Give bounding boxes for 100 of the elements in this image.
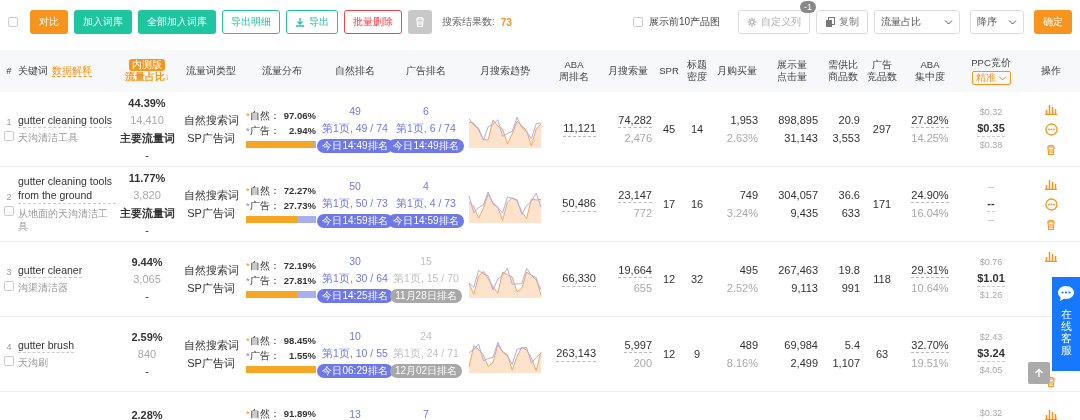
row-checkbox[interactable] <box>4 131 14 142</box>
keyword-link[interactable]: gutter cleaner <box>18 263 83 279</box>
keyword-link[interactable]: gutter cleaning tools from the ground <box>18 175 116 204</box>
purchase-rate: 2.52% <box>726 280 758 295</box>
row-number: 2 <box>6 191 12 204</box>
column-header[interactable]: 月购买量 <box>717 65 757 77</box>
trash-icon[interactable] <box>1045 376 1057 388</box>
natural-percent: 72.19% <box>283 260 316 273</box>
impressions: 267,463 <box>778 263 818 278</box>
traffic-word-type: 自然搜索词 <box>183 338 239 353</box>
bar-chart-icon[interactable] <box>1045 408 1057 420</box>
column-header[interactable]: 操作 <box>1041 65 1061 77</box>
aba-concentration-sub: 14.25% <box>911 131 949 146</box>
aba-rank: 50,486 <box>562 196 596 212</box>
result-count: 73 <box>500 16 512 28</box>
ad-rank: 7 <box>423 408 429 420</box>
column-header[interactable]: PPC竞价 <box>971 57 1011 69</box>
row-checkbox[interactable] <box>4 281 14 292</box>
result-count-label: 搜索结果数: <box>442 15 495 29</box>
demand-supply-ratio: 19.8 <box>838 263 860 278</box>
aba-concentration: 27.82% <box>911 112 949 128</box>
keyword-translation: 沟渠清洁器 <box>18 281 68 295</box>
keyword-link[interactable]: gutter brush <box>18 338 75 354</box>
customer-service-button[interactable]: 在线客服 <box>1052 277 1080 371</box>
column-header: 关键词 <box>18 65 48 77</box>
organic-rank: 50 <box>349 180 361 194</box>
column-header[interactable]: 流量分布 <box>262 65 302 77</box>
monthly-searches-sub: 772 <box>633 206 652 221</box>
column-header[interactable]: 流量词类型 <box>186 65 236 77</box>
monthly-searches-sub: 200 <box>633 356 652 371</box>
traffic-count: 3,065 <box>133 271 161 287</box>
column-header[interactable]: 广告 <box>872 59 892 71</box>
caret-icon <box>997 74 1007 81</box>
column-header[interactable]: 月搜索量 <box>608 65 648 77</box>
column-header[interactable]: 商品数 <box>828 71 858 83</box>
column-header[interactable]: 周排名 <box>559 71 589 83</box>
column-header[interactable]: 广告排名 <box>406 65 446 77</box>
bar-chart-icon[interactable] <box>1045 177 1057 190</box>
ad-competitors: 297 <box>872 121 892 137</box>
trash-icon[interactable] <box>1045 218 1057 231</box>
ppc-high: $4.05 <box>979 364 1003 377</box>
caret-icon <box>1008 19 1017 25</box>
purchase-rate: 2.63% <box>726 130 758 145</box>
trash-icon[interactable] <box>1045 143 1057 156</box>
column-header[interactable]: 月搜索趋势 <box>480 65 530 77</box>
traffic-note: - <box>145 222 149 238</box>
column-header[interactable]: ABA <box>564 59 584 71</box>
column-header[interactable]: 点击量 <box>777 71 807 83</box>
download-icon <box>295 17 305 27</box>
more-icon[interactable] <box>1044 122 1058 136</box>
more-icon[interactable] <box>1044 197 1058 211</box>
asterisk-mark: * <box>246 199 250 212</box>
aba-concentration: 24.90% <box>911 187 949 203</box>
column-header[interactable]: 自然排名 <box>335 65 375 77</box>
rank-time-badge: 今日14:49排名 <box>388 138 464 153</box>
ad-rank: 4 <box>423 180 429 194</box>
keyword-translation: 天沟刷 <box>18 356 48 370</box>
toolbar-button[interactable]: 批量删除 <box>344 10 402 34</box>
organic-rank-page: 第1页, 50 / 73 <box>322 197 388 211</box>
column-header[interactable]: ABA <box>920 59 940 71</box>
natural-percent: 97.06% <box>283 110 316 123</box>
bar-chart-icon[interactable] <box>1045 102 1057 115</box>
natural-label: 自然： <box>249 185 280 198</box>
traffic-count: 3,820 <box>133 188 161 203</box>
aba-concentration-sub: 16.04% <box>911 206 949 221</box>
select-all-checkbox[interactable] <box>8 17 18 27</box>
show-images-checkbox[interactable] <box>632 17 643 27</box>
copy-button[interactable]: 复制 <box>816 10 868 34</box>
spr-value: 17 <box>662 196 676 212</box>
natural-percent: 98.45% <box>283 335 316 348</box>
natural-label: 自然： <box>249 260 280 273</box>
sort-field-select[interactable]: 流量占比 <box>874 10 960 34</box>
column-header[interactable]: SPR <box>659 65 679 77</box>
delete-button[interactable] <box>408 10 432 34</box>
aba-concentration-sub: 19.51% <box>911 356 949 371</box>
product-count: 991 <box>841 280 860 295</box>
organic-rank-page: 第1页, 30 / 64 <box>322 272 388 286</box>
traffic-note: - <box>145 364 149 379</box>
column-header[interactable]: 展示量 <box>777 59 807 71</box>
demand-supply-ratio: 36.6 <box>838 188 860 203</box>
column-header[interactable]: 密度 <box>687 71 707 83</box>
arrow-up-icon <box>1034 368 1044 378</box>
row-checkbox[interactable] <box>4 206 14 217</box>
purchase-rate: 3.24% <box>726 205 758 220</box>
ppc-bid: -- <box>987 196 995 212</box>
back-to-top-button[interactable] <box>1028 362 1050 384</box>
column-header[interactable]: 集中度 <box>915 71 945 83</box>
keyword-link[interactable]: gutter cleaning tools <box>18 113 112 129</box>
column-header[interactable]: 需供比 <box>828 59 858 71</box>
column-header[interactable]: 标题 <box>687 59 707 71</box>
demand-supply-ratio: 5.4 <box>844 338 860 353</box>
purchase-rate: 8.16% <box>726 355 758 370</box>
sort-order-select[interactable]: 降序 <box>970 10 1024 34</box>
bar-chart-icon[interactable] <box>1045 250 1057 262</box>
traffic-word-type: SP广告词 <box>187 205 235 220</box>
natural-percent: 91.89% <box>283 408 316 420</box>
row-checkbox[interactable] <box>4 356 14 367</box>
column-header[interactable]: 竞品数 <box>867 71 897 83</box>
monthly-searches: 74,282 <box>618 112 652 128</box>
impressions: 898,895 <box>778 113 818 128</box>
